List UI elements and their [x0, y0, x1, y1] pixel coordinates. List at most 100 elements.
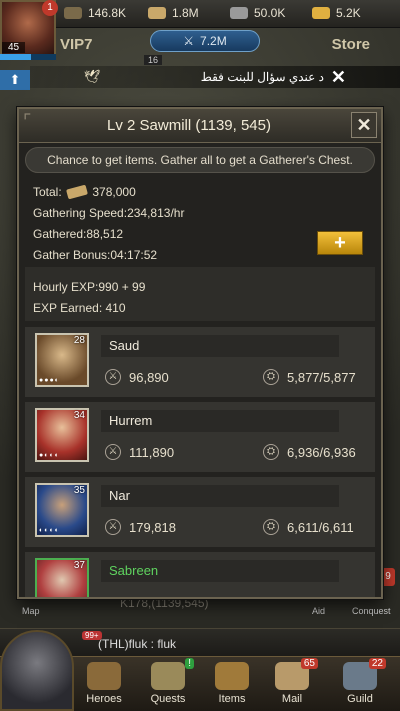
gathered-amount: Gathered:88,512 [33, 227, 124, 241]
tab-mail[interactable]: Mail 65 [262, 658, 322, 710]
tab-label: Heroes [86, 693, 122, 705]
hero-name: Saud [109, 338, 140, 353]
hero-level: 34 [73, 410, 85, 421]
stone-icon [230, 7, 248, 19]
hero-troops: ⚔ 96,890 [105, 369, 169, 385]
hero-name: Hurrem [109, 413, 153, 428]
close-button[interactable]: ✕ [351, 112, 377, 138]
gather-hint: Chance to get items. Gather all to get a… [25, 147, 375, 173]
hero-name: Nar [109, 488, 130, 503]
wood-icon [148, 7, 166, 19]
load-icon: ⛭ [263, 369, 279, 385]
food-value: 146.8K [88, 6, 127, 20]
hero-row[interactable]: 34 ●◐◐◐ Hurrem ⚔ 111,890 ⛭ 6,936/6,936 [25, 402, 375, 472]
hero-portrait: 28 ●●●◐ [35, 333, 89, 387]
player-notification-badge: 1 [42, 0, 58, 16]
hero-load: ⛭ 6,936/6,936 [263, 444, 356, 460]
troops-value: 179,818 [129, 519, 176, 535]
hero-troops: ⚔ 179,818 [105, 519, 176, 535]
gather-stats: Total: 378,000 Gathering Speed:234,813/h… [33, 182, 184, 266]
swords-icon: ⚔ [183, 34, 195, 48]
expand-arrow-button[interactable]: ⬆ [0, 70, 30, 90]
tab-label: Mail [281, 693, 303, 705]
food-resource[interactable]: 146.8K [64, 6, 126, 20]
hero-level: 28 [73, 335, 85, 346]
star-icons: ●●●◐ [39, 377, 60, 384]
conquest-badge: 9 [381, 568, 395, 586]
troops-value: 96,890 [129, 369, 169, 385]
scroll-icon [151, 662, 185, 690]
load-icon: ⛭ [263, 519, 279, 535]
load-value: 6,936/6,936 [287, 444, 356, 460]
star-icons: ◐◐◐◐ [39, 527, 60, 534]
quests-badge: ! [185, 658, 194, 669]
hourly-exp: Hourly EXP:990 + 99 [33, 280, 146, 294]
announcement-text: د عندي سؤال للبنت فقط [200, 70, 324, 84]
food-icon [64, 7, 82, 19]
tab-heroes[interactable]: Heroes [74, 662, 134, 710]
vip-button[interactable]: VIP7 [60, 36, 93, 53]
troops-value: 111,890 [129, 444, 175, 460]
hero-level: 35 [73, 485, 85, 496]
chat-message: (THL)fluk : fluk [98, 637, 177, 651]
hero-list: 28 ●●●◐ Saud ⚔ 96,890 ⛭ 5,877/5,877 34 ●… [25, 327, 375, 597]
player-exp-fill [0, 54, 31, 60]
stone-resource[interactable]: 50.0K [230, 6, 285, 20]
tab-items[interactable]: Items [202, 662, 262, 710]
mail-badge: 65 [300, 658, 318, 669]
helmet-icon [87, 662, 121, 690]
hero-portrait: 37 [35, 558, 89, 597]
load-icon: ⛭ [263, 444, 279, 460]
hero-name: Sabreen [109, 563, 159, 578]
hero-row[interactable]: 35 ◐◐◐◐ Nar ⚔ 179,818 ⛭ 6,611/6,611 [25, 477, 375, 547]
star-icons: ●◐◐◐ [39, 452, 60, 459]
gather-bonus: Gather Bonus:04:17:52 [33, 248, 158, 262]
hero-troops: ⚔ 111,890 [105, 444, 174, 460]
stone-value: 50.0K [254, 6, 286, 20]
close-icon[interactable]: ✕ [331, 67, 346, 88]
store-button[interactable]: Store [332, 36, 370, 53]
conquest-button[interactable]: Conquest [352, 606, 391, 616]
gold-value: 5.2K [336, 6, 361, 20]
tab-guild[interactable]: Guild 22 [330, 658, 390, 710]
hero-row[interactable]: 28 ●●●◐ Saud ⚔ 96,890 ⛭ 5,877/5,877 [25, 327, 375, 397]
hero-portrait: 34 ●◐◐◐ [35, 408, 89, 462]
exp-box: Hourly EXP:990 + 99 EXP Earned: 410 [25, 267, 375, 321]
gold-icon [312, 7, 330, 19]
tab-label: Quests [150, 693, 186, 705]
exp-earned: EXP Earned: 410 [33, 301, 126, 315]
hero-level: 37 [73, 560, 85, 571]
speed-up-button[interactable]: + [317, 231, 363, 255]
hero-portrait: 35 ◐◐◐◐ [35, 483, 89, 537]
dialog-header: ⌜ Lv 2 Sawmill (1139, 545) ✕ [19, 109, 381, 143]
total-value: 378,000 [92, 185, 136, 199]
bag-icon [215, 662, 249, 690]
swords-icon: ⚔ [105, 444, 121, 460]
city-helmet-button[interactable] [0, 630, 74, 711]
gold-resource[interactable]: 5.2K [312, 6, 361, 20]
announcement-bar: 🕊 د عندي سؤال للبنت فقط ✕ [30, 66, 400, 88]
power-value: 7.2M [200, 34, 227, 48]
aid-button[interactable]: Aid [312, 606, 325, 616]
dialog-title: Lv 2 Sawmill (1139, 545) [107, 117, 271, 134]
hero-name-bar: Hurrem [101, 410, 339, 432]
swords-icon: ⚔ [105, 519, 121, 535]
player-exp-bar [0, 54, 56, 60]
tab-quests[interactable]: Quests ! [138, 658, 198, 710]
sawmill-dialog: ⌜ Lv 2 Sawmill (1139, 545) ✕ Chance to g… [17, 107, 383, 599]
hero-load: ⛭ 6,611/6,611 [263, 519, 354, 535]
tab-label: Items [218, 693, 246, 705]
hero-name-bar: Saud [101, 335, 339, 357]
player-level: 45 [2, 42, 26, 53]
map-button[interactable]: Map [22, 606, 40, 616]
hero-load: ⛭ 5,877/5,877 [263, 369, 356, 385]
wood-icon [66, 184, 88, 200]
hero-name-bar: Sabreen [101, 560, 339, 582]
wood-resource[interactable]: 1.8M [148, 6, 199, 20]
power-display[interactable]: ⚔ 7.2M [150, 30, 260, 52]
total-label: Total: [33, 185, 62, 199]
wood-value: 1.8M [172, 6, 199, 20]
hero-name-bar: Nar [101, 485, 339, 507]
guild-badge: 22 [368, 658, 386, 669]
hero-row[interactable]: 37 Sabreen [25, 552, 375, 597]
